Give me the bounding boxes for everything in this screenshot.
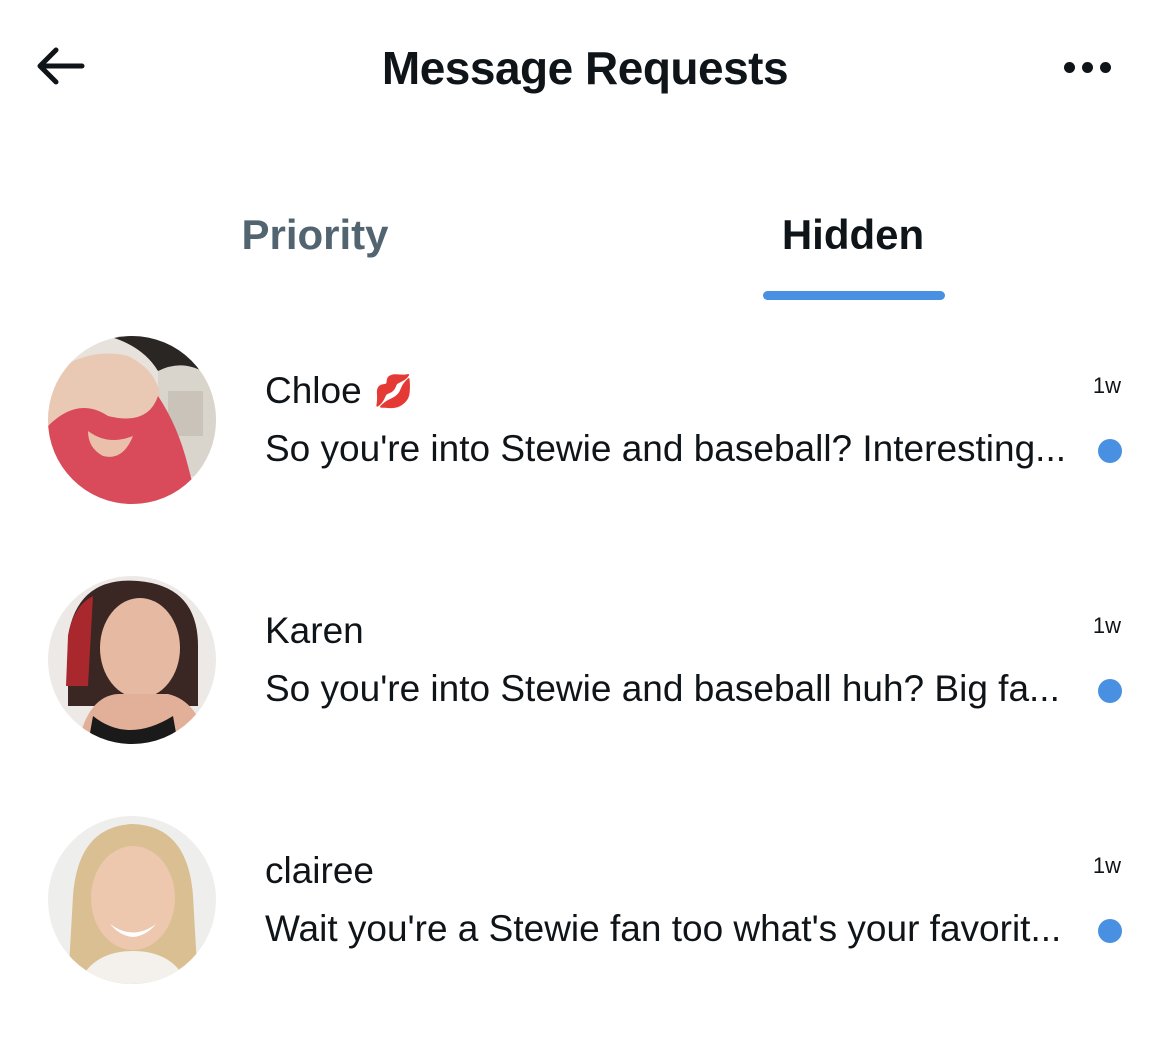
page-title: Message Requests [381, 42, 789, 94]
list-item[interactable]: Karen 1w So you're into Stewie and baseb… [0, 570, 1170, 810]
active-tab-indicator [763, 291, 945, 300]
top-bar: Message Requests [0, 0, 1170, 140]
conversation-name-row: Karen [265, 608, 364, 654]
tab-hidden[interactable]: Hidden [668, 190, 1038, 302]
more-options-button[interactable] [1050, 40, 1124, 94]
sender-name: Karen [265, 610, 364, 651]
tab-label: Priority [241, 211, 389, 258]
conversation-name-row: clairee [265, 848, 374, 894]
timestamp: 1w [1092, 373, 1121, 398]
kiss-lips-emoji: 💋 [373, 373, 414, 409]
tab-label: Hidden [781, 211, 925, 258]
more-horizontal-icon [1063, 61, 1111, 73]
message-preview: Wait you're a Stewie fan too what's your… [265, 908, 1062, 949]
timestamp: 1w [1092, 613, 1121, 638]
avatar[interactable] [48, 336, 216, 504]
conversation-name-row: Chloe 💋 [265, 368, 414, 414]
unread-indicator [1098, 679, 1122, 703]
message-request-list: Chloe 💋 1w So you're into Stewie and bas… [0, 330, 1170, 1050]
list-item[interactable]: clairee 1w Wait you're a Stewie fan too … [0, 810, 1170, 1050]
unread-indicator [1098, 919, 1122, 943]
tab-bar: Priority Hidden [0, 190, 1170, 302]
list-item[interactable]: Chloe 💋 1w So you're into Stewie and bas… [0, 330, 1170, 570]
avatar[interactable] [48, 576, 216, 744]
unread-indicator [1098, 439, 1122, 463]
timestamp: 1w [1092, 853, 1121, 878]
message-preview: So you're into Stewie and baseball huh? … [265, 668, 1060, 709]
tab-priority[interactable]: Priority [130, 190, 500, 302]
message-preview: So you're into Stewie and baseball? Inte… [265, 428, 1067, 469]
sender-name: clairee [265, 850, 374, 891]
sender-name: Chloe [265, 370, 362, 411]
avatar[interactable] [48, 816, 216, 984]
